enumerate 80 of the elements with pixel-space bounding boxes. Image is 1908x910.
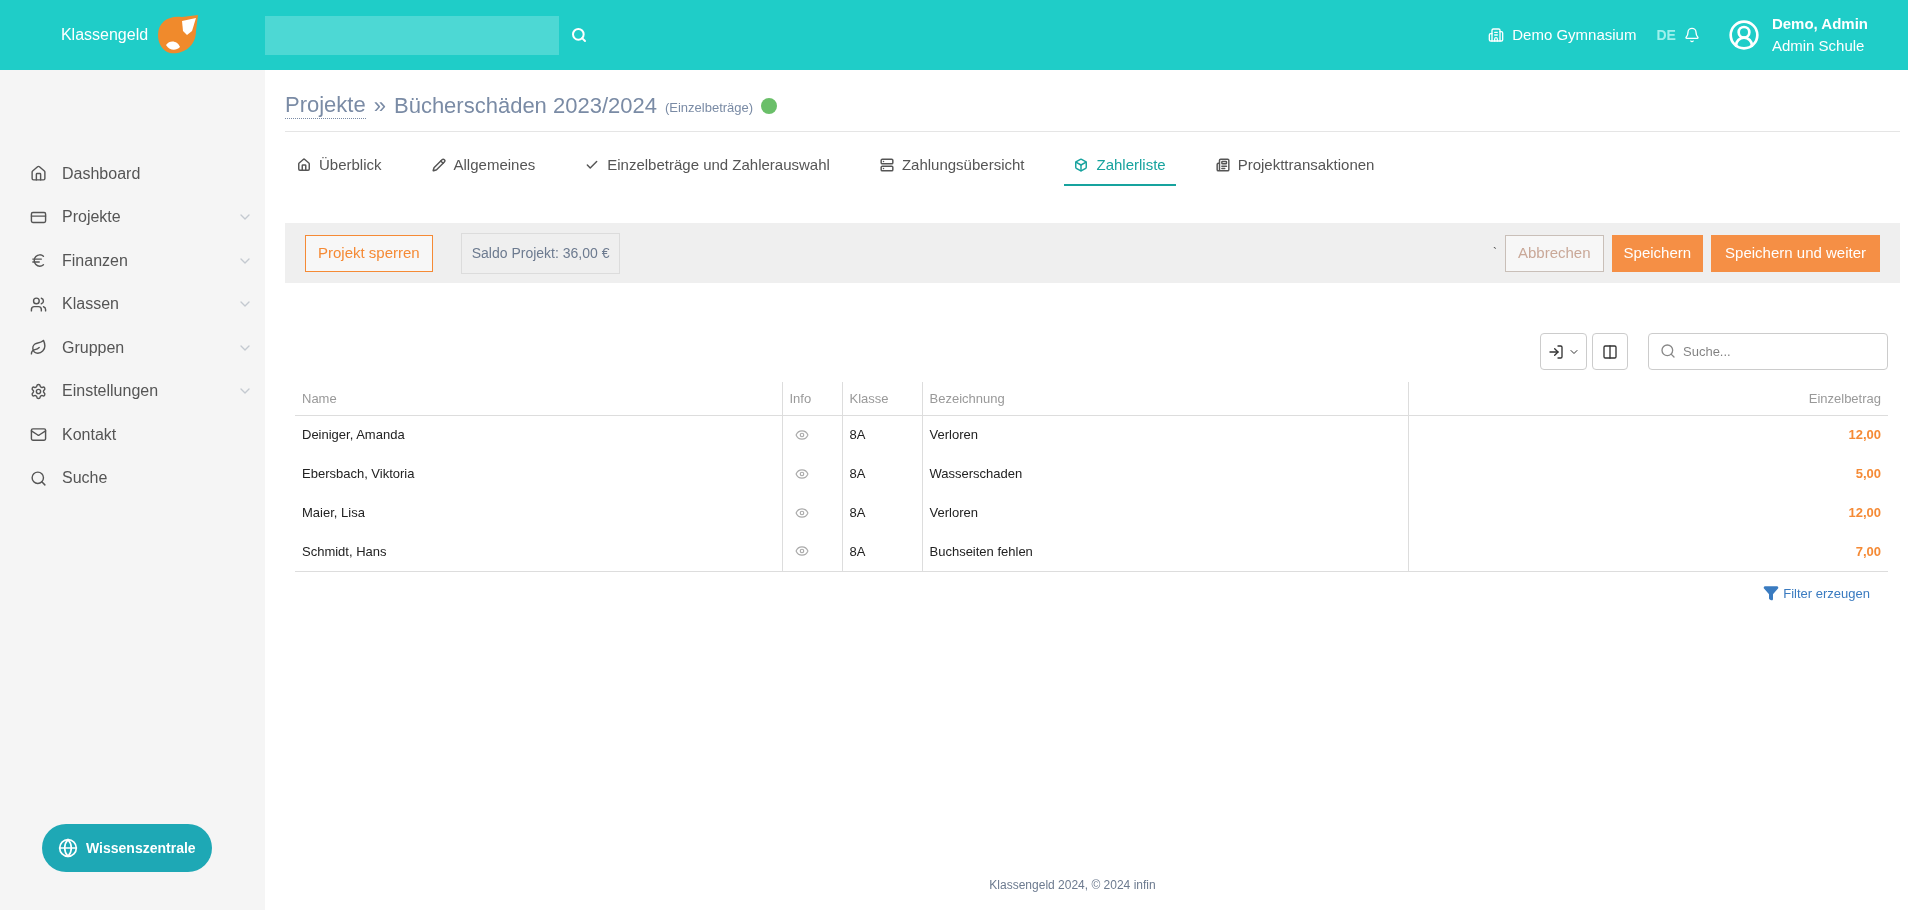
eye-icon[interactable] <box>794 466 809 481</box>
eye-icon[interactable] <box>794 544 809 559</box>
settings-icon <box>30 382 47 400</box>
column-header[interactable]: Name <box>302 390 337 406</box>
table-cell: 8A <box>849 427 866 442</box>
user-name: Demo, Admin <box>1771 14 1868 34</box>
sidebar-item[interactable]: Suche <box>0 456 265 500</box>
eye-icon[interactable] <box>794 427 809 442</box>
bell-icon[interactable] <box>1683 27 1700 43</box>
check-icon <box>585 158 600 172</box>
tab[interactable]: Überblick <box>287 146 392 186</box>
amount-cell: 5,00 <box>1855 465 1881 481</box>
import-icon <box>1547 343 1564 360</box>
table-cell: Verloren <box>929 504 978 520</box>
save-and-continue-button[interactable]: Speichern und weiter <box>1711 234 1880 272</box>
filter-link[interactable]: Filter erzeugen <box>1763 583 1870 603</box>
home-icon <box>297 158 311 172</box>
table-cell: Wasserschaden <box>929 465 1023 481</box>
column-header[interactable]: Klasse <box>849 390 889 406</box>
help-button[interactable]: Wissenszentrale <box>42 824 212 872</box>
brand-name: Klassengeld <box>60 25 149 45</box>
column-header[interactable]: Info <box>789 390 812 406</box>
column-header[interactable]: Einzelbetrag <box>1808 390 1881 406</box>
sidebar-item[interactable]: Dashboard <box>0 152 265 196</box>
search-icon <box>30 469 47 487</box>
search-field[interactable] <box>265 15 559 55</box>
table-cell: 8A <box>849 543 866 559</box>
avatar-icon[interactable] <box>1727 19 1760 51</box>
breadcrumb-link[interactable]: Projekte <box>285 92 366 119</box>
euro-icon <box>30 252 47 270</box>
pencil-icon <box>431 158 446 172</box>
users-icon <box>30 295 47 313</box>
project-subtitle: (Einzelbeträge) <box>664 98 754 117</box>
user-role: Admin Schule <box>1771 36 1866 56</box>
sidebar-item[interactable]: Gruppen <box>0 326 265 370</box>
columns-icon <box>1602 343 1618 360</box>
column-header[interactable]: Bezeichnung <box>929 390 1005 406</box>
table-cell: 8A <box>849 465 866 481</box>
search-icon[interactable] <box>571 27 587 43</box>
table-cell: Verloren <box>929 427 978 442</box>
server-icon <box>879 158 894 172</box>
table-search-field[interactable]: Suche... <box>1648 333 1888 370</box>
table-cell: 8A <box>849 504 866 520</box>
eye-icon[interactable] <box>794 505 809 520</box>
amount-cell: 12,00 <box>1848 427 1881 442</box>
search-icon <box>1660 343 1676 359</box>
breadcrumb-separator: » <box>373 92 386 120</box>
footer-text: Klassengeld 2024, © 2024 infin <box>989 877 1156 894</box>
import-button[interactable] <box>1540 333 1587 370</box>
sidebar-item[interactable]: Kontakt <box>0 413 265 457</box>
list-icon <box>1215 158 1230 172</box>
sidebar-item[interactable]: Klassen <box>0 282 265 326</box>
amount-cell: 7,00 <box>1855 543 1881 559</box>
tab[interactable]: Zahlerliste <box>1064 146 1176 186</box>
sidebar-item[interactable]: Finanzen <box>0 239 265 283</box>
table-cell: Deiniger, Amanda <box>302 427 405 442</box>
balance-label: Saldo Projekt: 36,00 € <box>460 232 621 274</box>
save-button[interactable]: Speichern <box>1611 234 1704 272</box>
tab[interactable]: Allgemeines <box>421 146 546 186</box>
leaf-icon <box>30 339 47 357</box>
columns-button[interactable] <box>1592 333 1628 370</box>
table-cell: Buchseiten fehlen <box>929 543 1033 559</box>
cube-icon <box>1074 158 1089 172</box>
globe-icon <box>58 838 78 858</box>
amount-cell: 12,00 <box>1848 504 1881 520</box>
tab[interactable]: Einzelbeträge und Zahlerauswahl <box>575 146 840 186</box>
lock-project-button[interactable]: Projekt sperren <box>305 234 433 272</box>
tab[interactable]: Zahlungsübersicht <box>869 146 1035 186</box>
project-title: Bücherschäden 2023/2024 <box>393 92 657 120</box>
mail-icon <box>30 426 47 444</box>
building-icon <box>1488 27 1505 43</box>
tab[interactable]: Projekttransaktionen <box>1205 146 1385 186</box>
filter-icon <box>1763 585 1780 602</box>
tick-mark: ` <box>1492 245 1497 262</box>
sidebar-item[interactable]: Projekte <box>0 195 265 239</box>
table-cell: Schmidt, Hans <box>302 543 387 559</box>
sidebar-item[interactable]: Einstellungen <box>0 369 265 413</box>
table-cell: Maier, Lisa <box>302 504 365 520</box>
table-cell: Ebersbach, Viktoria <box>302 465 415 481</box>
home-icon <box>30 165 47 183</box>
